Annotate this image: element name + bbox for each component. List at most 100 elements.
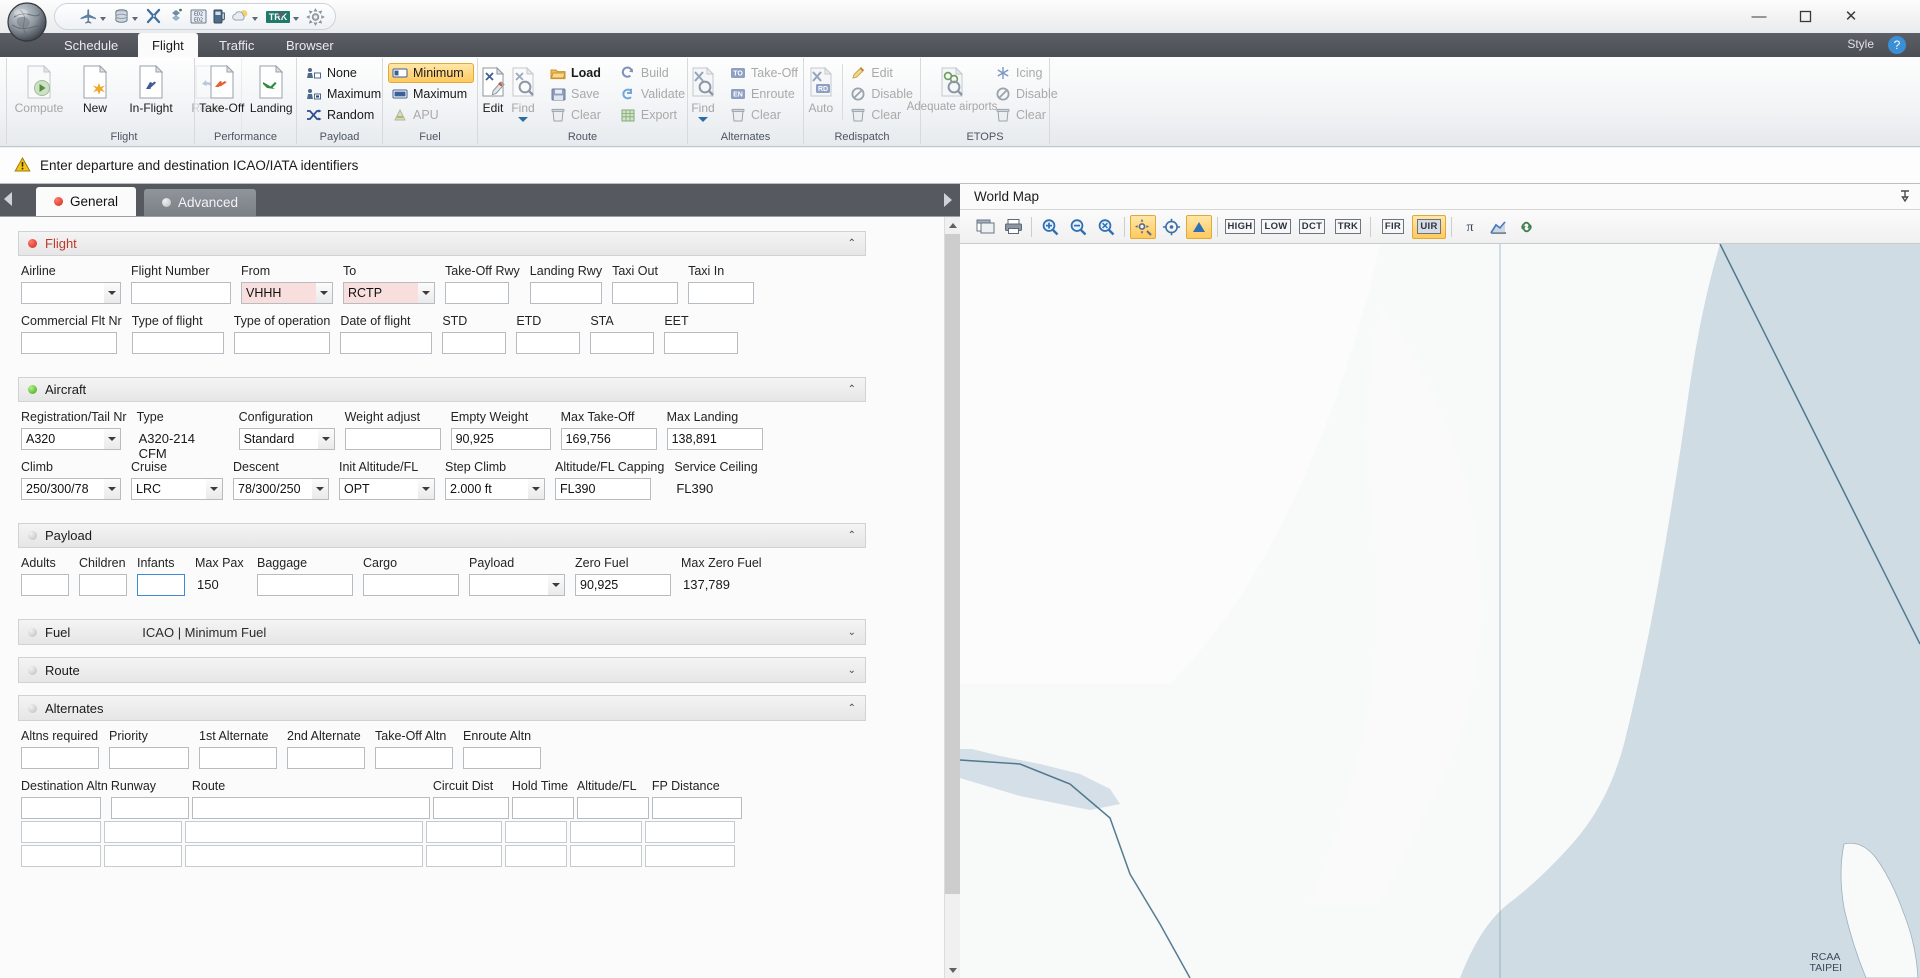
combo-airline[interactable] — [21, 282, 121, 304]
chevron-up-icon[interactable]: ⌃ — [848, 384, 856, 395]
cell-runway[interactable] — [104, 845, 182, 867]
alternates-takeoff-button[interactable]: TO Take-Off — [726, 63, 805, 83]
payload-maximum-button[interactable]: Maximum — [302, 84, 388, 104]
panel-header-flight[interactable]: Flight ⌃ — [18, 231, 866, 256]
landing-button[interactable]: Landing — [247, 60, 297, 116]
input-weight-adjust[interactable] — [344, 428, 441, 450]
input-children[interactable] — [79, 574, 127, 596]
tab-schedule[interactable]: Schedule — [50, 33, 132, 57]
combo-climb[interactable] — [21, 478, 121, 500]
chevron-down-icon[interactable] — [206, 479, 222, 499]
chevron-down-icon[interactable] — [104, 479, 120, 499]
route-build-button[interactable]: Build — [616, 63, 692, 83]
cell-altitude[interactable] — [570, 821, 642, 843]
center-target-icon[interactable] — [1158, 215, 1184, 239]
chevron-down-icon[interactable] — [548, 575, 564, 595]
chevron-down-icon[interactable] — [418, 479, 434, 499]
input-priority[interactable] — [109, 747, 189, 769]
payload-none-button[interactable]: None — [302, 63, 388, 83]
route-validate-button[interactable]: Validate — [616, 84, 692, 104]
app-globe-icon[interactable] — [6, 1, 50, 45]
etops-disable-button[interactable]: Disable — [991, 84, 1065, 104]
input-takeoff-altn[interactable] — [375, 747, 453, 769]
panel-header-alternates[interactable]: Alternates ⌃ — [18, 695, 866, 721]
compute-button[interactable]: Compute — [11, 60, 67, 116]
zoom-out-icon[interactable] — [1065, 215, 1091, 239]
route-edit-button[interactable]: Edit — [478, 60, 508, 116]
input-altn-altitude[interactable] — [576, 797, 649, 819]
input-takeoff-rwy[interactable] — [445, 282, 509, 304]
input-cargo[interactable] — [363, 574, 459, 596]
apu-button[interactable]: APU — [388, 105, 474, 125]
route-clear-button[interactable]: Clear — [546, 105, 608, 125]
chevron-down-icon[interactable] — [418, 283, 434, 303]
combo-cruise[interactable] — [131, 478, 223, 500]
chevron-up-icon[interactable]: ⌃ — [848, 238, 856, 249]
cell-circuit-dist[interactable] — [426, 845, 502, 867]
input-fp-distance[interactable] — [651, 797, 742, 819]
chevron-up-icon[interactable]: ⌃ — [848, 530, 856, 541]
cell-route[interactable] — [185, 845, 423, 867]
input-etd[interactable] — [516, 332, 581, 354]
measure-link-icon[interactable] — [1513, 215, 1539, 239]
redispatch-auto-button[interactable]: RD Auto — [804, 60, 838, 116]
panel-header-route[interactable]: Route ⌄ — [18, 657, 866, 683]
input-altn-route[interactable] — [191, 797, 430, 819]
profile-chart-icon[interactable] — [1485, 215, 1511, 239]
cell-altitude[interactable] — [570, 845, 642, 867]
qat-overflow-icon[interactable]: ▼ — [275, 8, 287, 22]
input-taxi-out[interactable] — [612, 282, 679, 304]
pin-icon[interactable] — [1898, 189, 1912, 203]
database-icon[interactable] — [111, 6, 143, 28]
tab-general[interactable]: General — [36, 187, 137, 216]
input-altns-required[interactable] — [21, 747, 99, 769]
weather-icon[interactable] — [229, 6, 263, 28]
in-flight-button[interactable]: In-Flight — [123, 60, 179, 116]
combo-payload[interactable] — [469, 574, 565, 596]
input-type-of-flight[interactable] — [131, 332, 224, 354]
aircraft-icon[interactable] — [77, 6, 111, 28]
input-commercial-flt-nr[interactable] — [21, 332, 117, 354]
high-airways-button[interactable]: HIGH — [1223, 215, 1257, 239]
input-hold-time[interactable] — [511, 797, 574, 819]
input-std[interactable] — [442, 332, 507, 354]
scroll-down-button[interactable] — [945, 962, 960, 978]
map-canvas[interactable]: RCAA TAIPEI — [960, 244, 1920, 978]
help-icon[interactable]: ? — [1888, 36, 1906, 54]
cell-fp-distance[interactable] — [645, 845, 735, 867]
close-button[interactable]: ✕ — [1828, 0, 1874, 32]
combo-step-climb[interactable] — [445, 478, 545, 500]
route-export-button[interactable]: Export — [616, 105, 692, 125]
input-circuit-dist[interactable] — [432, 797, 509, 819]
alternates-find-button[interactable]: Find — [688, 60, 718, 123]
low-airways-button[interactable]: LOW — [1259, 215, 1293, 239]
chevron-down-icon[interactable] — [104, 429, 120, 449]
zoom-in-icon[interactable] — [1037, 215, 1063, 239]
pi-button[interactable]: π — [1457, 215, 1483, 239]
alternates-clear-button[interactable]: Clear — [726, 105, 805, 125]
input-flight-number[interactable] — [131, 282, 231, 304]
fuel-maximum-button[interactable]: Maximum — [388, 84, 474, 104]
input-taxi-in[interactable] — [688, 282, 755, 304]
alternates-enroute-button[interactable]: EN Enroute — [726, 84, 805, 104]
chevron-down-icon[interactable] — [293, 16, 299, 21]
fuel-pump-icon[interactable] — [210, 6, 229, 28]
input-landing-rwy[interactable] — [529, 282, 602, 304]
chevron-down-icon[interactable] — [528, 479, 544, 499]
combo-init-altitude[interactable] — [339, 478, 435, 500]
input-enroute-altn[interactable] — [463, 747, 541, 769]
scrollbar-thumb[interactable] — [945, 234, 960, 894]
maximize-button[interactable] — [1782, 0, 1828, 32]
ed2-icon[interactable]: ED2 ED2 — [187, 6, 210, 28]
scroll-tabs-left-icon[interactable] — [4, 192, 12, 206]
scroll-tabs-right-icon[interactable] — [944, 193, 952, 207]
combo-to[interactable] — [343, 282, 435, 304]
input-sta[interactable] — [590, 332, 655, 354]
gear-icon[interactable] — [304, 6, 327, 28]
chevron-down-icon[interactable] — [312, 479, 328, 499]
input-altitude-capping[interactable] — [555, 478, 651, 500]
print-icon[interactable] — [1000, 215, 1026, 239]
input-baggage[interactable] — [257, 574, 353, 596]
style-menu[interactable]: Style — [1847, 37, 1874, 51]
input-destination-altn[interactable] — [21, 797, 101, 819]
